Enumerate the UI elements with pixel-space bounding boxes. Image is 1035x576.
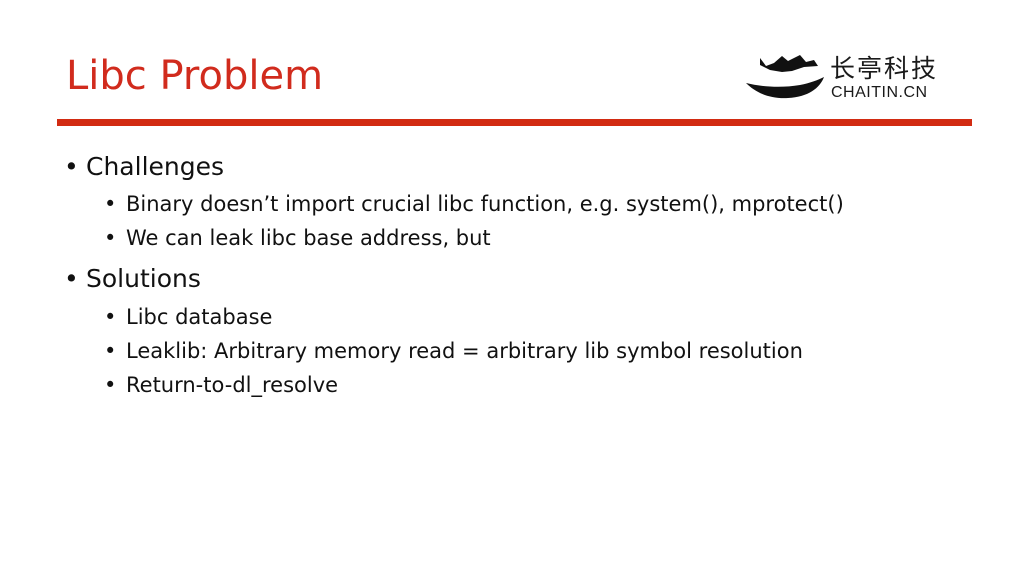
sub-bullet-text: Return-to-dl_resolve xyxy=(126,373,339,397)
logo-chinese-text: 长亭科技 xyxy=(830,54,939,83)
bullet-marker: • xyxy=(64,152,79,181)
title-divider xyxy=(57,119,972,126)
company-logo: 长亭科技 CHAITIN.CN xyxy=(744,52,964,108)
sub-bullet-text: Libc database xyxy=(126,305,273,329)
bullet-marker: • xyxy=(104,373,117,397)
bullet-marker: • xyxy=(104,226,117,250)
sub-bullet-text: Leaklib: Arbitrary memory read = arbitra… xyxy=(126,339,803,363)
bullet-marker: • xyxy=(104,339,117,363)
bullet-marker: • xyxy=(104,305,117,329)
sub-bullet-text: We can leak libc base address, but xyxy=(126,226,491,250)
bullet-text: Challenges xyxy=(86,152,225,181)
bullet-marker: • xyxy=(64,264,79,293)
logo-english-text: CHAITIN.CN xyxy=(831,84,928,101)
chaitin-logo-icon xyxy=(746,55,824,99)
bullet-marker: • xyxy=(104,192,117,216)
bullet-text: Solutions xyxy=(86,264,201,293)
sub-bullet-text: Binary doesn’t import crucial libc funct… xyxy=(126,192,844,216)
slide-title: Libc Problem xyxy=(66,53,324,99)
